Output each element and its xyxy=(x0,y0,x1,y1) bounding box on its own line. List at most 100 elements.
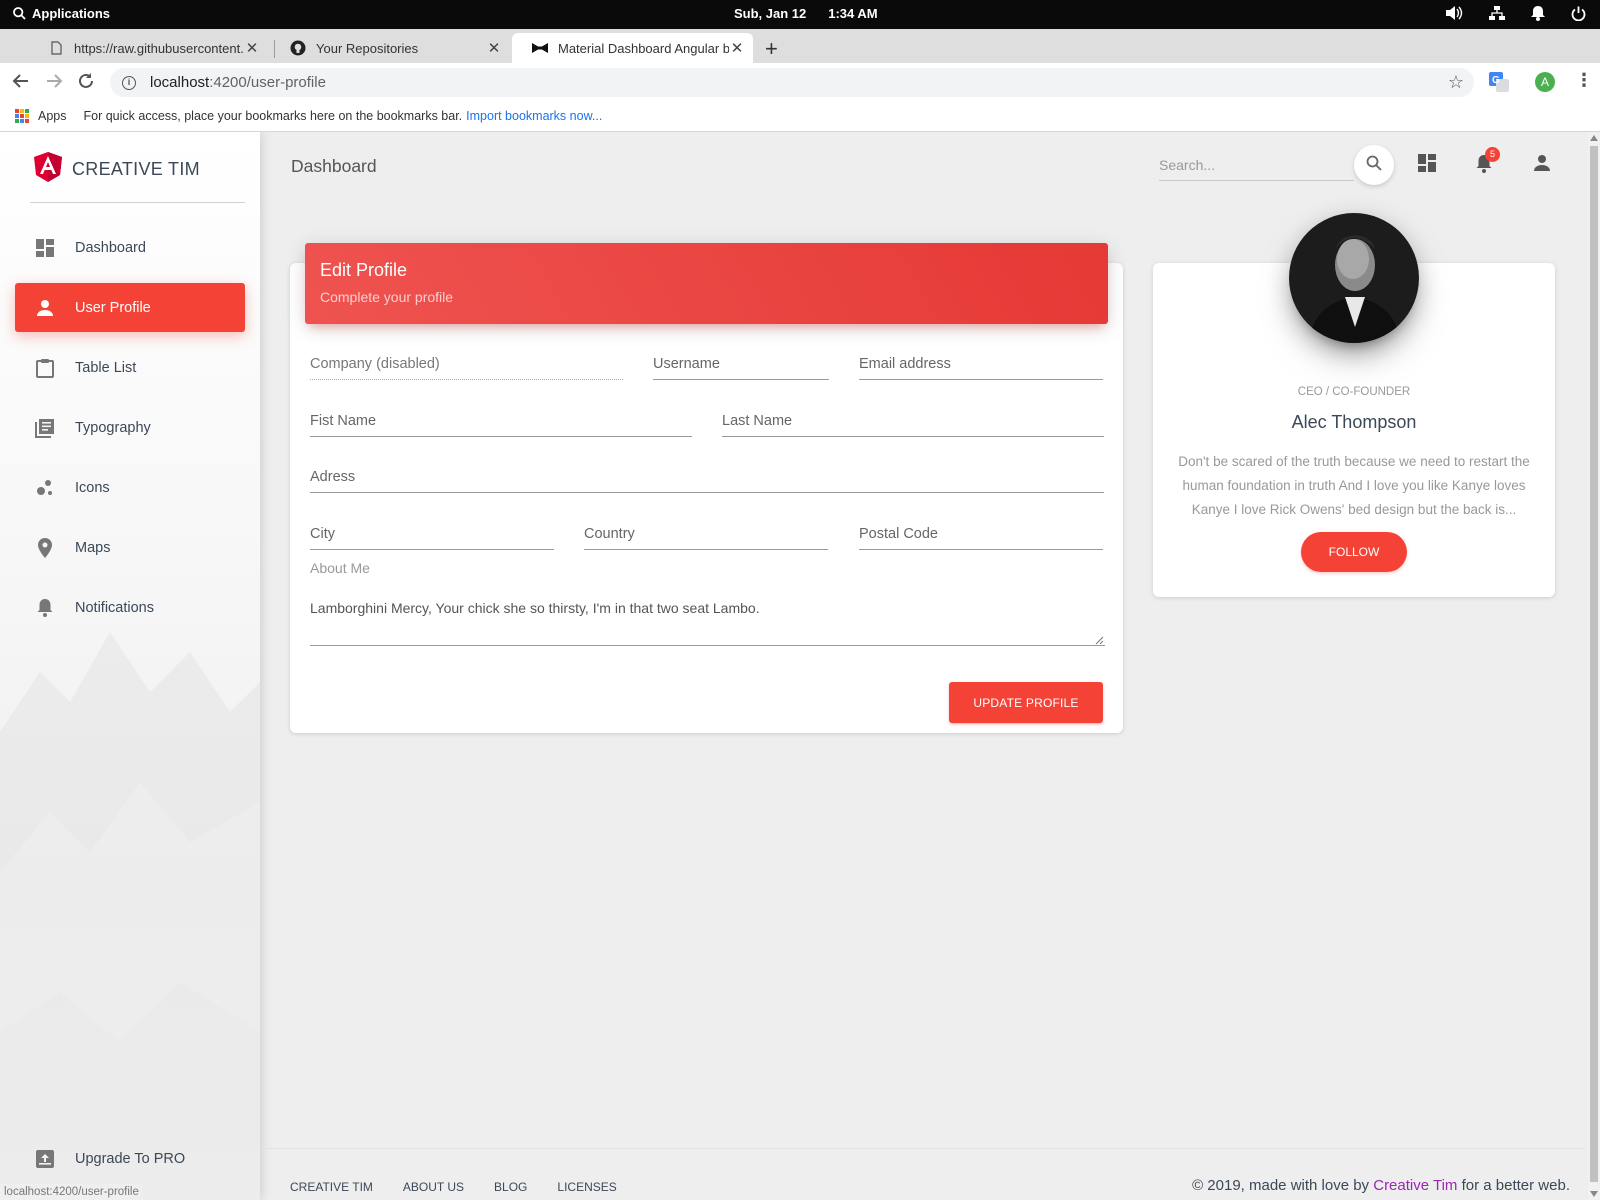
country-field[interactable]: Country xyxy=(584,524,828,550)
unarchive-icon xyxy=(35,1149,55,1169)
sidebar-item-upgrade[interactable]: Upgrade To PRO xyxy=(15,1134,245,1183)
sidebar-item-notifications[interactable]: Notifications xyxy=(15,583,245,632)
sidebar-item-label: Maps xyxy=(75,539,111,556)
volume-icon[interactable] xyxy=(1445,5,1463,21)
sidebar-item-label: Typography xyxy=(75,419,151,436)
power-icon[interactable] xyxy=(1571,6,1586,21)
company-label: Company (disabled) xyxy=(310,356,440,372)
sidebar: CREATIVE TIM Dashboard User Profile Tabl… xyxy=(0,132,260,1200)
footer-link-blog[interactable]: BLOG xyxy=(494,1180,527,1194)
info-icon[interactable]: i xyxy=(122,75,136,90)
creative-tim-link[interactable]: Creative Tim xyxy=(1373,1177,1457,1194)
postal-code-field[interactable]: Postal Code xyxy=(859,524,1103,550)
applications-menu[interactable]: Applications xyxy=(13,6,110,21)
sidebar-item-label: Notifications xyxy=(75,599,154,616)
angular-logo-icon xyxy=(34,152,62,187)
tab-material-dashboard[interactable]: Material Dashboard Angular by Creative T… xyxy=(512,33,753,63)
browser-profile-avatar[interactable]: A xyxy=(1535,72,1555,92)
tab-title: Material Dashboard Angular by Creative T… xyxy=(558,40,729,56)
bookmark-star-icon[interactable]: ☆ xyxy=(1448,72,1464,93)
last-name-field[interactable]: Last Name xyxy=(722,411,1104,437)
sidebar-item-icons[interactable]: Icons xyxy=(15,463,245,512)
tab-raw-github[interactable]: https://raw.githubusercontent.com ✕ xyxy=(28,33,268,63)
close-icon[interactable]: ✕ xyxy=(486,39,502,57)
scroll-up-icon[interactable] xyxy=(1590,135,1598,141)
scroll-down-icon[interactable] xyxy=(1590,1191,1598,1197)
new-tab-button[interactable]: + xyxy=(765,36,778,62)
sidebar-item-maps[interactable]: Maps xyxy=(15,523,245,572)
system-tray xyxy=(1445,5,1586,21)
browser-menu-icon[interactable]: ⋮ xyxy=(1575,70,1593,91)
email-field[interactable]: Email address xyxy=(859,354,1103,380)
page-title[interactable]: Dashboard xyxy=(291,156,377,177)
footer: CREATIVE TIM ABOUT US BLOG LICENSES © 20… xyxy=(260,1148,1585,1200)
postal-code-label: Postal Code xyxy=(859,526,938,542)
import-bookmarks-link[interactable]: Import bookmarks now... xyxy=(466,109,602,123)
sidebar-item-table-list[interactable]: Table List xyxy=(15,343,245,392)
copyright-suffix: for a better web. xyxy=(1461,1177,1570,1194)
address-bar[interactable]: i localhost:4200/user-profile ☆ xyxy=(110,68,1474,97)
apps-grid-icon[interactable] xyxy=(15,109,29,123)
reload-icon[interactable] xyxy=(77,72,95,95)
dashboard-icon[interactable] xyxy=(1418,154,1436,177)
browser-toolbar: i localhost:4200/user-profile ☆ xyxy=(0,63,1600,101)
translate-extension-icon[interactable]: G xyxy=(1489,72,1509,97)
bell-icon[interactable] xyxy=(1531,5,1545,21)
sidebar-item-dashboard[interactable]: Dashboard xyxy=(15,223,245,272)
sidebar-item-typography[interactable]: Typography xyxy=(15,403,245,452)
date-label: Sub, Jan 12 xyxy=(734,6,807,21)
page-scrollbar[interactable] xyxy=(1588,132,1600,1200)
apps-bookmark[interactable]: Apps xyxy=(38,109,67,123)
footer-links: CREATIVE TIM ABOUT US BLOG LICENSES xyxy=(290,1180,617,1194)
search-input[interactable] xyxy=(1159,149,1354,181)
library-books-icon xyxy=(35,418,55,438)
forward-icon[interactable] xyxy=(45,72,63,95)
tab-your-repositories[interactable]: Your Repositories ✕ xyxy=(270,33,510,63)
footer-link-creative-tim[interactable]: CREATIVE TIM xyxy=(290,1180,373,1194)
copyright-prefix: © 2019, made with love by xyxy=(1192,1177,1370,1194)
footer-link-about-us[interactable]: ABOUT US xyxy=(403,1180,464,1194)
clock[interactable]: Sub, Jan 12 1:34 AM xyxy=(734,6,878,21)
scroll-thumb[interactable] xyxy=(1590,146,1598,1182)
sidebar-item-user-profile[interactable]: User Profile xyxy=(15,283,245,332)
brand[interactable]: CREATIVE TIM xyxy=(34,152,200,187)
last-name-label: Last Name xyxy=(722,413,793,429)
edit-profile-card xyxy=(290,263,1123,733)
status-bar-url: localhost:4200/user-profile xyxy=(0,1184,143,1200)
username-field[interactable]: Username xyxy=(653,354,829,380)
sidebar-item-label: Dashboard xyxy=(75,239,146,256)
back-icon[interactable] xyxy=(12,72,30,95)
brand-name: CREATIVE TIM xyxy=(72,159,200,179)
close-icon[interactable]: ✕ xyxy=(244,39,260,57)
copyright: © 2019, made with love by Creative Tim f… xyxy=(1192,1177,1570,1194)
sidebar-item-label: Table List xyxy=(75,359,137,376)
svg-text:G: G xyxy=(1492,75,1500,86)
follow-button[interactable]: FOLLOW xyxy=(1301,532,1407,572)
update-profile-button[interactable]: UPDATE PROFILE xyxy=(949,682,1103,723)
profile-name: Alec Thompson xyxy=(1291,412,1417,432)
close-icon[interactable]: ✕ xyxy=(729,39,745,57)
url-host: localhost xyxy=(150,74,210,91)
bookmarks-hint: For quick access, place your bookmarks h… xyxy=(83,109,463,123)
footer-link-licenses[interactable]: LICENSES xyxy=(557,1180,616,1194)
applications-label: Applications xyxy=(32,6,111,21)
clipboard-icon xyxy=(35,358,55,378)
sidebar-item-label: User Profile xyxy=(75,299,151,316)
about-me-textarea[interactable]: Lamborghini Mercy, Your chick she so thi… xyxy=(310,594,1105,646)
os-top-bar: Applications Sub, Jan 12 1:34 AM xyxy=(0,0,1600,29)
search-icon xyxy=(1366,155,1382,176)
username-label: Username xyxy=(653,356,720,372)
network-icon[interactable] xyxy=(1489,5,1505,21)
email-label: Email address xyxy=(859,356,951,372)
person-icon[interactable] xyxy=(1533,154,1551,177)
tab-title: https://raw.githubusercontent.com xyxy=(74,40,244,56)
resize-grip-icon[interactable] xyxy=(1094,635,1104,645)
first-name-field[interactable]: Fist Name xyxy=(310,411,692,437)
sidebar-item-label: Icons xyxy=(75,479,110,496)
search-button[interactable] xyxy=(1354,145,1394,185)
bubble-chart-icon xyxy=(35,478,55,498)
search-icon xyxy=(13,7,26,20)
address-field[interactable]: Adress xyxy=(310,467,1104,493)
app-viewport: CREATIVE TIM Dashboard User Profile Tabl… xyxy=(0,132,1600,1200)
city-field[interactable]: City xyxy=(310,524,554,550)
